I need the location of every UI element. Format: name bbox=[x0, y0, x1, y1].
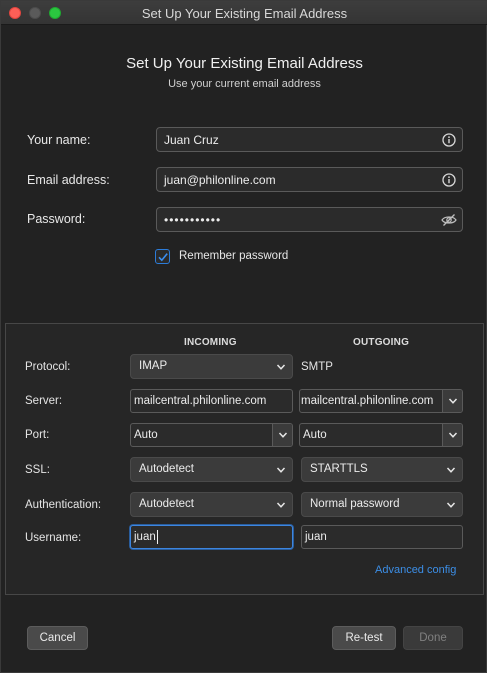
name-field[interactable]: Juan Cruz bbox=[156, 127, 463, 152]
password-label: Password: bbox=[27, 212, 86, 226]
email-field[interactable]: juan@philonline.com bbox=[156, 167, 463, 192]
outgoing-port-combo[interactable]: Auto bbox=[299, 423, 463, 447]
protocol-label: Protocol: bbox=[25, 361, 71, 373]
setup-window: Set Up Your Existing Email Address Set U… bbox=[0, 0, 487, 673]
chevron-down-icon bbox=[446, 467, 456, 473]
name-value: Juan Cruz bbox=[164, 133, 219, 147]
remember-password-label: Remember password bbox=[179, 250, 289, 262]
page-title: Set Up Your Existing Email Address bbox=[126, 55, 363, 72]
incoming-username-value: juan bbox=[134, 531, 156, 543]
outgoing-authentication-select[interactable]: Normal password bbox=[301, 492, 463, 517]
info-icon[interactable] bbox=[442, 133, 456, 147]
retest-button[interactable]: Re-test bbox=[332, 626, 396, 650]
outgoing-authentication-value: Normal password bbox=[310, 498, 400, 510]
outgoing-port-dropdown-button[interactable] bbox=[442, 424, 462, 446]
incoming-port-value: Auto bbox=[134, 429, 158, 441]
incoming-username-input[interactable]: juan bbox=[130, 525, 293, 549]
checkmark-icon bbox=[158, 253, 168, 262]
chevron-down-icon bbox=[278, 432, 288, 438]
title-bar: Set Up Your Existing Email Address bbox=[1, 1, 487, 25]
incoming-server-input[interactable]: mailcentral.philonline.com bbox=[130, 389, 293, 413]
chevron-down-icon bbox=[276, 364, 286, 370]
ssl-label: SSL: bbox=[25, 464, 50, 476]
outgoing-port-value: Auto bbox=[303, 429, 327, 441]
outgoing-server-combo[interactable]: mailcentral.philonline.com bbox=[299, 389, 463, 413]
cancel-button[interactable]: Cancel bbox=[27, 626, 88, 650]
info-icon[interactable] bbox=[442, 173, 456, 187]
outgoing-header: OUTGOING bbox=[353, 337, 410, 348]
outgoing-server-dropdown-button[interactable] bbox=[442, 390, 462, 412]
page-subtitle: Use your current email address bbox=[168, 78, 321, 90]
chevron-down-icon bbox=[448, 432, 458, 438]
remember-password-checkbox[interactable] bbox=[155, 249, 170, 264]
outgoing-ssl-select[interactable]: STARTTLS bbox=[301, 457, 463, 482]
chevron-down-icon bbox=[276, 467, 286, 473]
outgoing-protocol-value: SMTP bbox=[301, 361, 333, 373]
advanced-config-link[interactable]: Advanced config bbox=[375, 564, 456, 576]
username-label: Username: bbox=[25, 532, 82, 544]
incoming-port-dropdown-button[interactable] bbox=[272, 424, 292, 446]
name-label: Your name: bbox=[27, 133, 91, 147]
email-label: Email address: bbox=[27, 173, 110, 187]
incoming-protocol-select[interactable]: IMAP bbox=[130, 354, 293, 379]
email-value: juan@philonline.com bbox=[164, 173, 276, 187]
outgoing-server-value: mailcentral.philonline.com bbox=[301, 395, 434, 407]
port-label: Port: bbox=[25, 429, 50, 441]
hide-password-icon[interactable] bbox=[441, 213, 457, 227]
chevron-down-icon bbox=[446, 502, 456, 508]
incoming-server-value: mailcentral.philonline.com bbox=[134, 395, 267, 407]
chevron-down-icon bbox=[448, 398, 458, 404]
server-label: Server: bbox=[25, 395, 63, 407]
text-caret bbox=[157, 530, 158, 544]
incoming-port-combo[interactable]: Auto bbox=[130, 423, 293, 447]
chevron-down-icon bbox=[276, 502, 286, 508]
password-value: ••••••••••• bbox=[164, 213, 222, 227]
window-title: Set Up Your Existing Email Address bbox=[141, 6, 348, 21]
authentication-label: Authentication: bbox=[25, 499, 102, 511]
done-button[interactable]: Done bbox=[403, 626, 463, 650]
incoming-header: INCOMING bbox=[184, 337, 237, 348]
outgoing-username-value: juan bbox=[305, 531, 327, 543]
incoming-protocol-value: IMAP bbox=[139, 360, 168, 372]
incoming-authentication-value: Autodetect bbox=[139, 498, 194, 510]
incoming-ssl-value: Autodetect bbox=[139, 463, 194, 475]
incoming-ssl-select[interactable]: Autodetect bbox=[130, 457, 293, 482]
outgoing-ssl-value: STARTTLS bbox=[310, 463, 368, 475]
incoming-authentication-select[interactable]: Autodetect bbox=[130, 492, 293, 517]
password-field[interactable]: ••••••••••• bbox=[156, 207, 463, 232]
outgoing-username-input[interactable]: juan bbox=[301, 525, 463, 549]
